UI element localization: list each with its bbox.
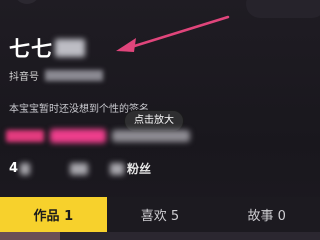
douyin-id-label: 抖音号	[9, 72, 39, 83]
tag-blurred[interactable]	[50, 129, 106, 143]
blurred-douyin-id	[45, 70, 103, 81]
profile-tabs: 作品 1 喜欢 5 故事 0	[0, 197, 320, 232]
profile-stats: 4 粉丝	[9, 160, 151, 177]
tab-stories[interactable]: 故事 0	[213, 197, 320, 232]
tab-works[interactable]: 作品 1	[0, 197, 107, 232]
tab-likes[interactable]: 喜欢 5	[106, 197, 214, 232]
blurred-following-count[interactable]	[20, 162, 31, 175]
profile-tags	[6, 129, 190, 143]
tag-blurred[interactable]	[112, 130, 190, 142]
stats-prefix: 4	[9, 161, 19, 176]
blurred-likes-count[interactable]	[70, 162, 89, 175]
douyin-id-row: 抖音号	[9, 68, 103, 83]
fans-label[interactable]: 粉丝	[127, 160, 151, 177]
tooltip-text: 点击放大	[134, 115, 174, 126]
tag-blurred[interactable]	[6, 130, 44, 142]
content-thumbnail[interactable]	[0, 232, 60, 240]
profile-screen: 七七 抖音号 本宝宝暂时还没想到个性的签名 点击放大 4 粉丝 作品 1 喜欢 …	[0, 0, 320, 240]
blurred-fans-count[interactable]	[110, 162, 125, 175]
